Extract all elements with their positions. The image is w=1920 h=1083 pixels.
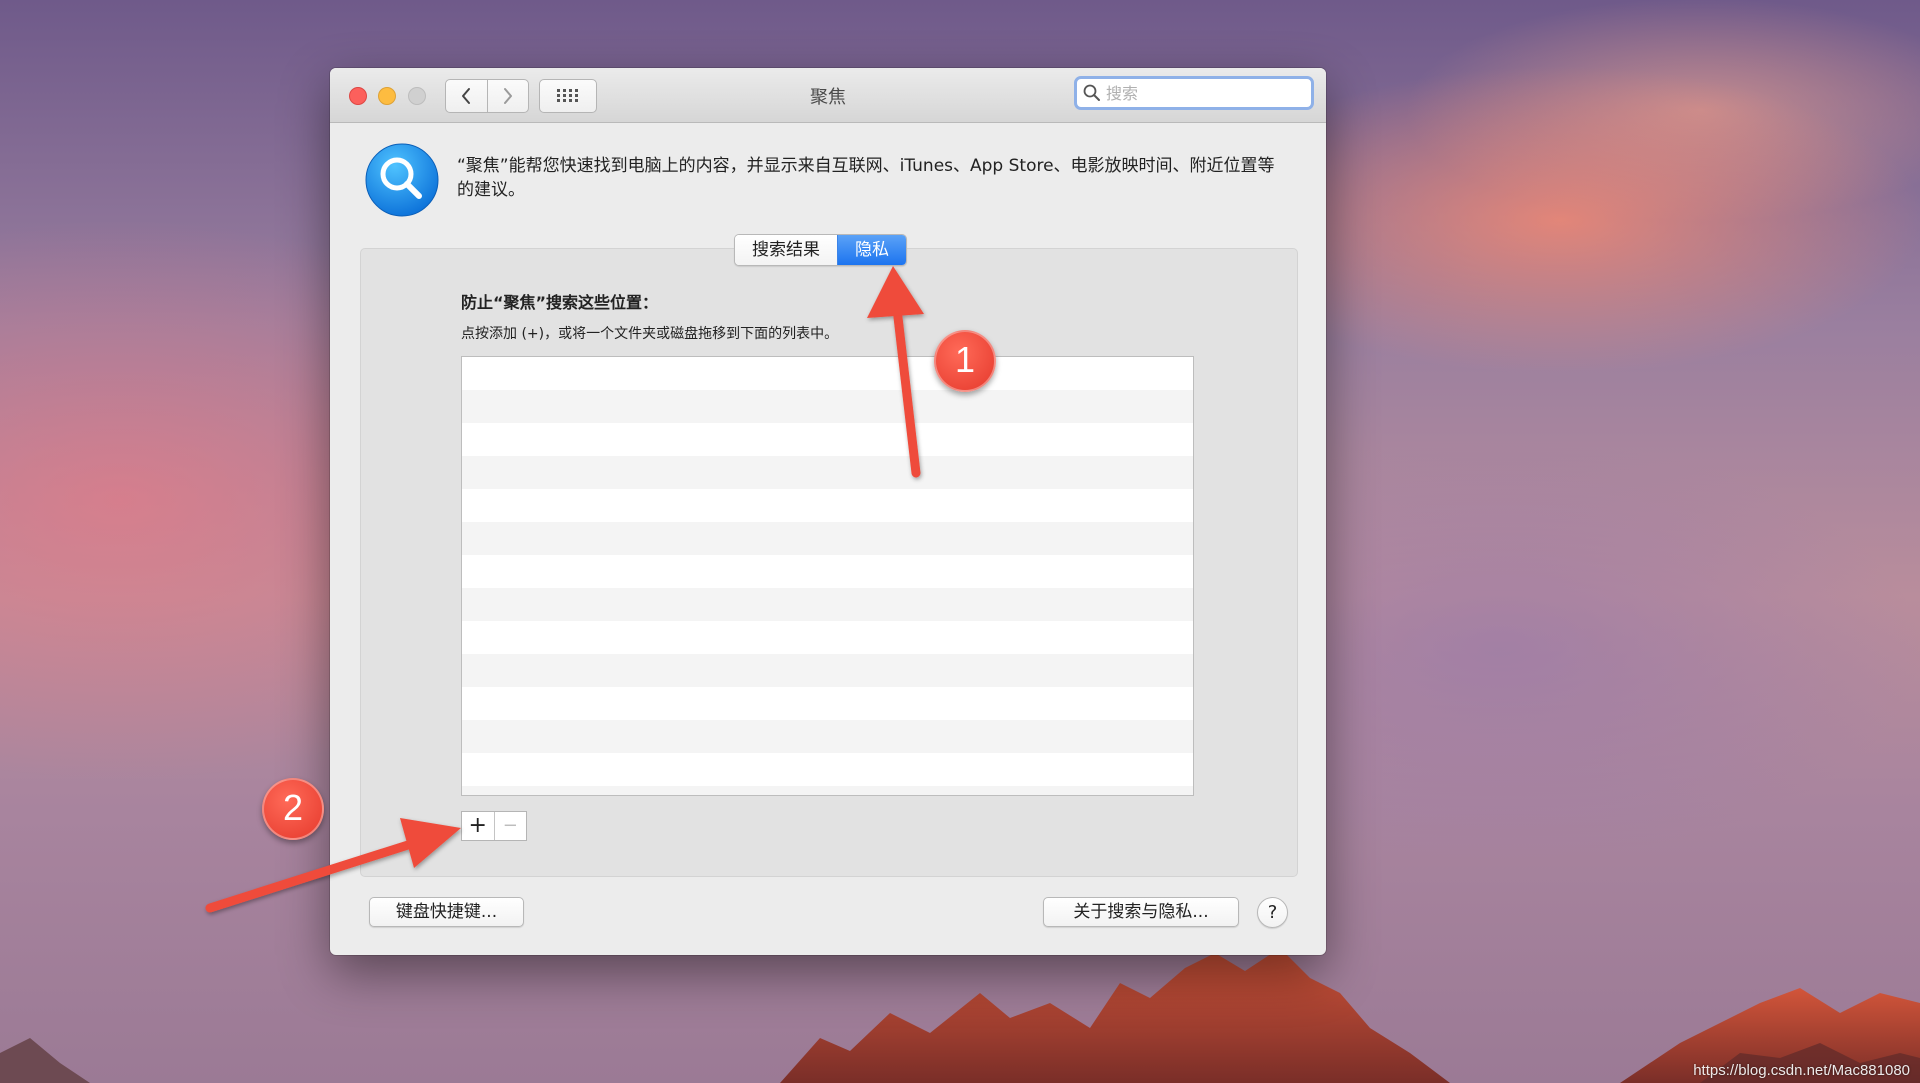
step-1-badge: 1: [934, 330, 996, 392]
list-row: [462, 456, 1193, 489]
list-row: [462, 588, 1193, 621]
remove-button[interactable]: −: [493, 812, 527, 840]
search-input[interactable]: [1104, 82, 1298, 104]
excluded-locations-list[interactable]: [461, 356, 1194, 796]
tab-search-results[interactable]: 搜索结果: [735, 235, 837, 265]
search-field[interactable]: [1074, 76, 1314, 110]
keyboard-shortcuts-button[interactable]: 键盘快捷键...: [369, 897, 524, 927]
list-row: [462, 786, 1193, 795]
title-bar: 聚焦: [330, 68, 1326, 123]
list-row: [462, 423, 1193, 456]
plus-icon: +: [468, 813, 487, 838]
add-button[interactable]: +: [462, 812, 494, 840]
mountain-silhouette: [0, 948, 1920, 1083]
list-row: [462, 654, 1193, 687]
help-button[interactable]: ?: [1257, 897, 1288, 928]
tab-privacy[interactable]: 隐私: [837, 235, 906, 265]
list-row: [462, 621, 1193, 654]
list-row: [462, 753, 1193, 786]
spotlight-icon: [365, 143, 439, 217]
list-row: [462, 357, 1193, 390]
list-row: [462, 489, 1193, 522]
list-row: [462, 555, 1193, 588]
list-row: [462, 720, 1193, 753]
step-2-badge: 2: [262, 778, 324, 840]
list-row: [462, 687, 1193, 720]
add-remove-group: + −: [461, 811, 527, 841]
spotlight-preferences-window: 聚焦 “聚焦”能帮您快速找到电脑上的内容，并显示来自互联网、iTunes、App…: [330, 68, 1326, 955]
watermark: https://blog.csdn.net/Mac881080: [1693, 1062, 1910, 1079]
privacy-hint: 点按添加 (+)，或将一个文件夹或磁盘拖移到下面的列表中。: [461, 326, 839, 342]
privacy-title: 防止“聚焦”搜索这些位置：: [461, 293, 659, 312]
list-row: [462, 390, 1193, 423]
about-search-privacy-button[interactable]: 关于搜索与隐私...: [1043, 897, 1239, 927]
minus-icon: −: [502, 815, 518, 836]
search-icon: [1083, 84, 1101, 102]
tab-bar: 搜索结果 隐私: [734, 234, 907, 266]
list-row: [462, 522, 1193, 555]
spotlight-description: “聚焦”能帮您快速找到电脑上的内容，并显示来自互联网、iTunes、App St…: [457, 156, 1275, 200]
